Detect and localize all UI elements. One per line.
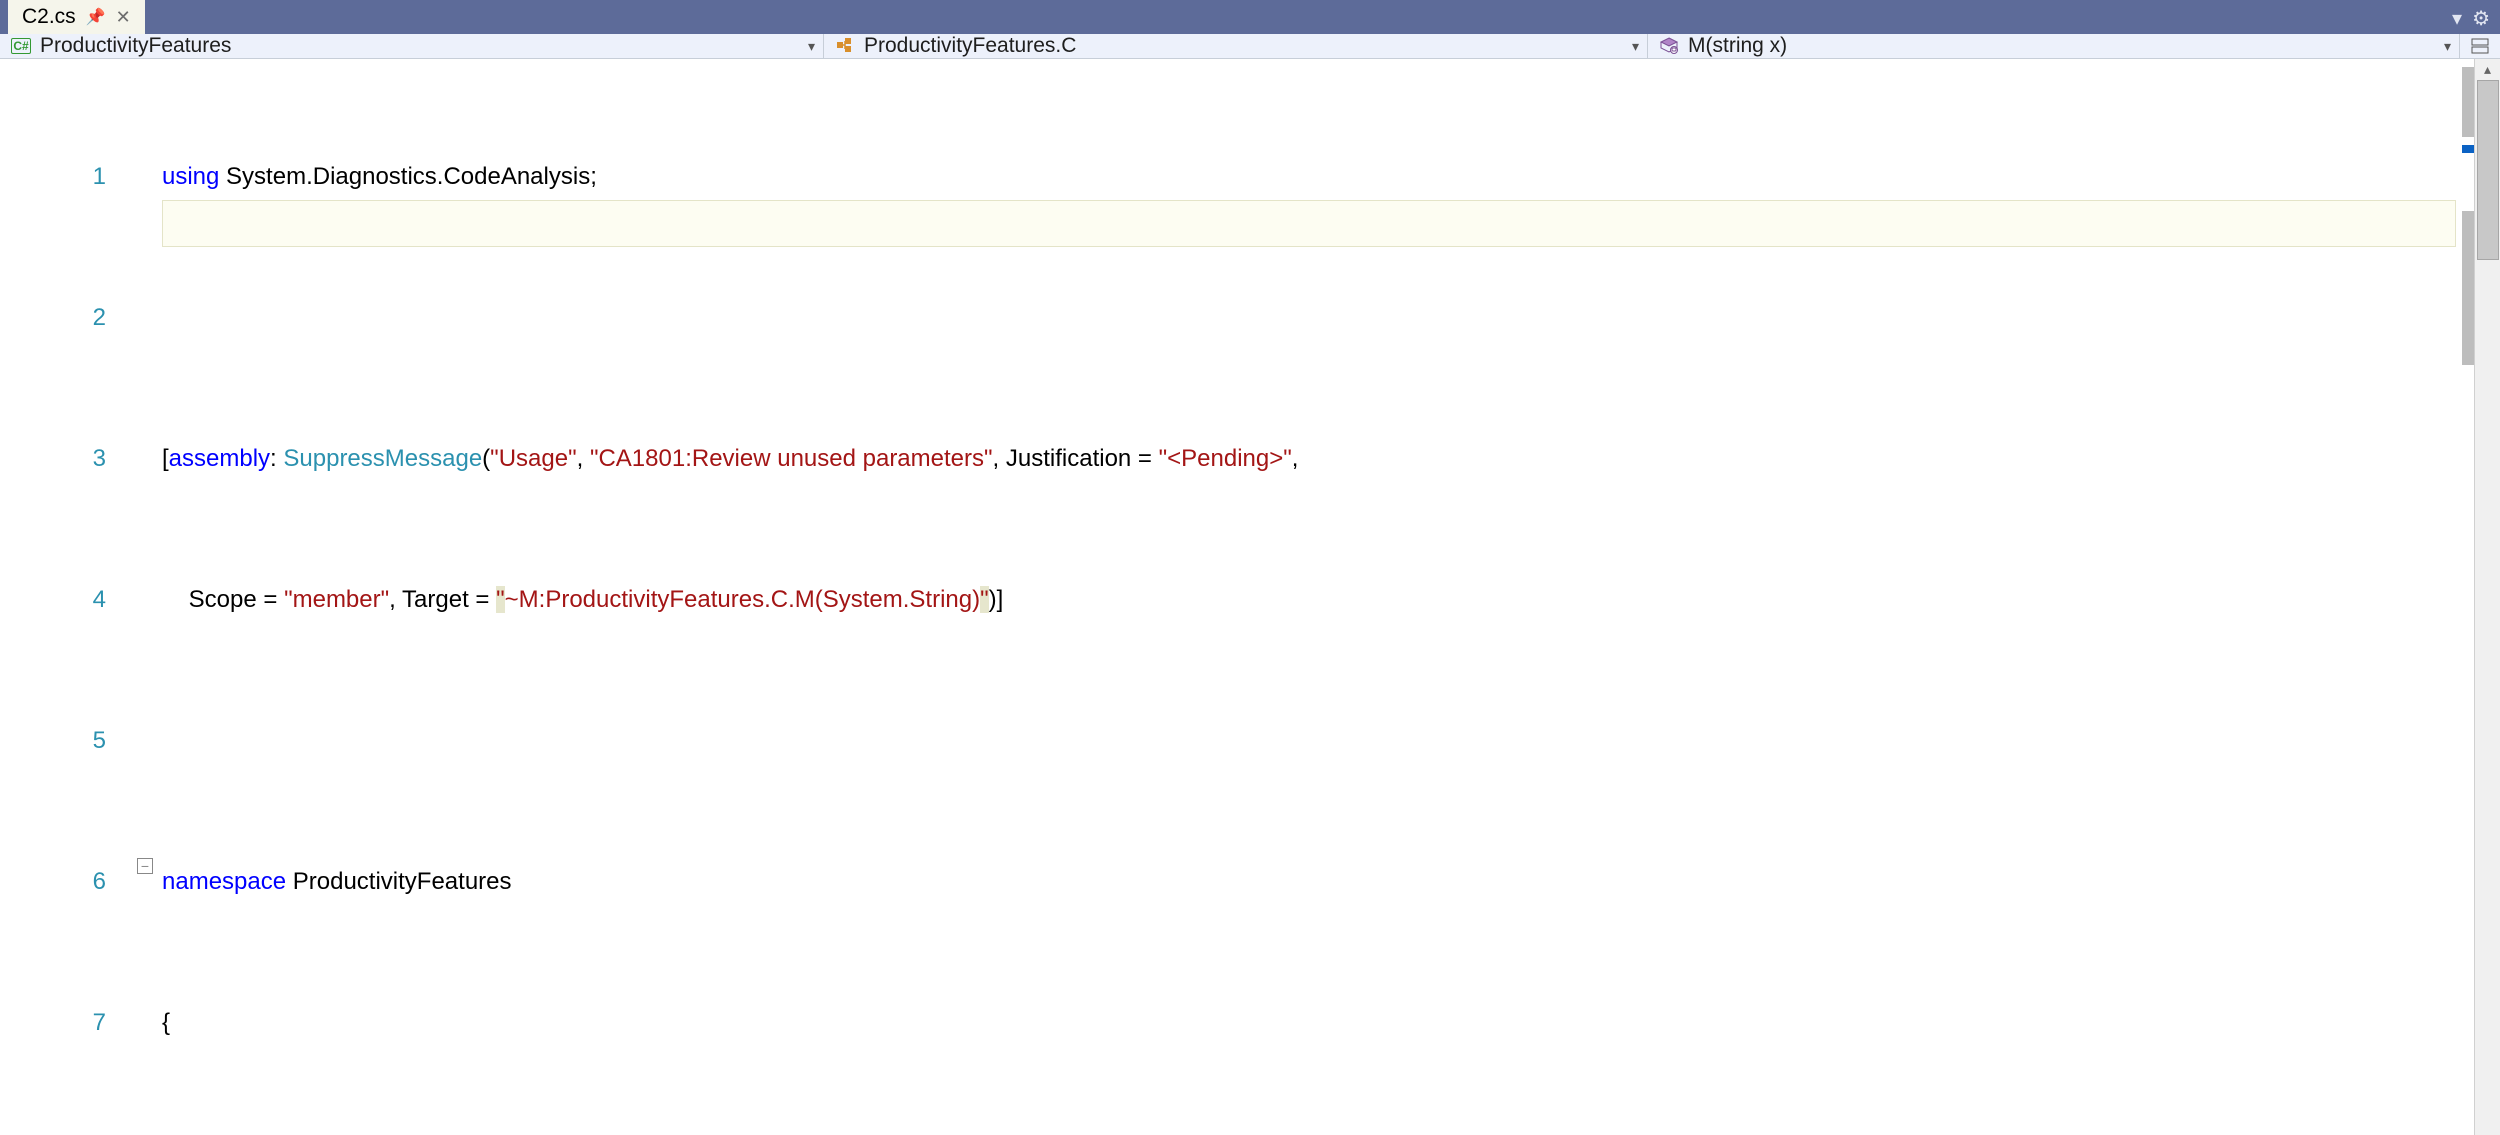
- chevron-down-icon: ▾: [1632, 38, 1639, 55]
- scroll-thumb[interactable]: [2477, 80, 2499, 260]
- chevron-down-icon: ▾: [808, 38, 815, 55]
- line-number: 3: [0, 435, 128, 482]
- line-number: 1: [0, 153, 128, 200]
- tab-strip-actions: ▾ ⚙: [2452, 6, 2490, 31]
- code-content: 1using System.Diagnostics.CodeAnalysis; …: [0, 59, 1298, 1135]
- chevron-down-icon[interactable]: ▾: [2452, 6, 2462, 31]
- overview-ruler[interactable]: [2462, 59, 2474, 1135]
- line-number: 4: [0, 576, 128, 623]
- fold-toggle[interactable]: −: [137, 858, 153, 874]
- chevron-down-icon: ▾: [2444, 38, 2451, 55]
- document-tab-label: C2.cs: [22, 5, 76, 29]
- project-dropdown[interactable]: C# ProductivityFeatures ▾: [0, 34, 824, 58]
- project-dropdown-label: ProductivityFeatures: [40, 34, 231, 58]
- type-dropdown[interactable]: ProductivityFeatures.C ▾: [824, 34, 1648, 58]
- code-editor[interactable]: 1using System.Diagnostics.CodeAnalysis; …: [0, 59, 2500, 1135]
- member-dropdown-label: M(string x): [1688, 34, 1787, 58]
- gear-icon[interactable]: ⚙: [2472, 6, 2490, 31]
- type-dropdown-label: ProductivityFeatures.C: [864, 34, 1076, 58]
- vertical-scrollbar[interactable]: ▴: [2474, 59, 2500, 1135]
- navigation-bar: C# ProductivityFeatures ▾ ProductivityFe…: [0, 34, 2500, 59]
- line-number: 7: [0, 999, 128, 1046]
- split-editor-button[interactable]: [2460, 34, 2500, 58]
- member-dropdown[interactable]: M(string x) ▾: [1648, 34, 2460, 58]
- document-tab-c2[interactable]: C2.cs 📌 ✕: [8, 0, 145, 34]
- document-tab-strip: C2.cs 📌 ✕ ▾ ⚙: [0, 0, 2500, 34]
- method-icon: [1658, 35, 1680, 57]
- class-icon: [834, 35, 856, 57]
- scroll-up-icon[interactable]: ▴: [2484, 59, 2491, 80]
- line-number: 5: [0, 717, 128, 764]
- close-icon[interactable]: ✕: [116, 7, 131, 28]
- pin-icon[interactable]: 📌: [86, 7, 106, 27]
- line-number: 6: [0, 858, 128, 905]
- csharp-icon: C#: [10, 35, 32, 57]
- line-number: 2: [0, 294, 128, 341]
